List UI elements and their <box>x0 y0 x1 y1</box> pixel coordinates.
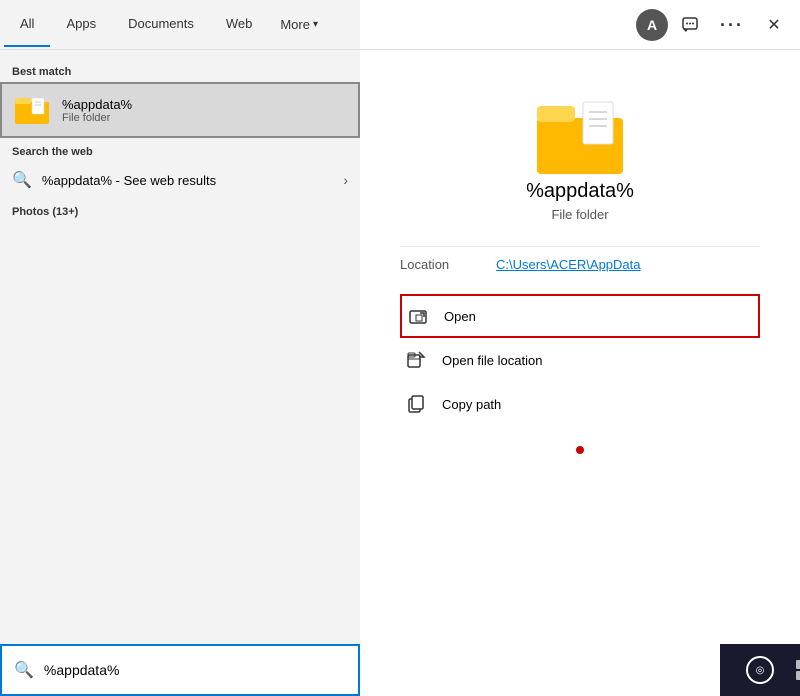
results-section: Best match %appdata% File folder Search … <box>0 50 360 644</box>
search-circle-icon: ◎ <box>746 656 774 684</box>
best-match-label: Best match <box>0 58 360 82</box>
location-value[interactable]: C:\Users\ACER\AppData <box>496 257 641 272</box>
file-name: %appdata% <box>526 180 634 203</box>
avatar-button[interactable]: A <box>636 9 668 41</box>
tab-web[interactable]: Web <box>210 2 269 47</box>
open-file-location-label: Open file location <box>442 353 542 368</box>
status-indicator <box>576 446 584 454</box>
taskbar: ◎ 🖥 <box>720 644 800 696</box>
folder-icon-large <box>535 90 625 180</box>
web-item-text: %appdata% - See web results <box>42 173 216 188</box>
right-panel-header: A ··· ✕ <box>360 0 800 50</box>
copy-path-label: Copy path <box>442 397 501 412</box>
tab-apps[interactable]: Apps <box>50 2 112 47</box>
search-icon-bottom: 🔍 <box>14 660 34 680</box>
open-button[interactable]: Open <box>400 294 760 338</box>
copy-path-icon <box>404 392 428 416</box>
tab-more[interactable]: More ▾ <box>268 3 330 46</box>
right-panel-content: %appdata% File folder Location C:\Users\… <box>360 50 800 696</box>
search-panel: All Apps Documents Web More ▾ Best match… <box>0 0 360 696</box>
window-controls: A ··· ✕ <box>636 0 800 50</box>
copy-path-button[interactable]: Copy path <box>400 382 760 426</box>
more-options-button[interactable]: ··· <box>712 5 752 45</box>
best-match-subtitle: File folder <box>62 112 132 124</box>
location-row: Location C:\Users\ACER\AppData <box>400 246 760 282</box>
more-dots-icon: ··· <box>720 15 744 36</box>
tabs-row: All Apps Documents Web More ▾ <box>0 0 360 50</box>
search-box: 🔍 <box>0 644 360 696</box>
search-icon: 🔍 <box>12 170 32 190</box>
action-buttons: Open Open file location <box>400 294 760 426</box>
search-input[interactable] <box>44 662 346 678</box>
photos-label: Photos (13+) <box>0 198 360 222</box>
open-icon <box>406 304 430 328</box>
tab-documents[interactable]: Documents <box>112 2 210 47</box>
location-label: Location <box>400 257 480 272</box>
open-label: Open <box>444 309 476 324</box>
web-search-item[interactable]: 🔍 %appdata% - See web results › <box>0 162 360 198</box>
best-match-item[interactable]: %appdata% File folder <box>0 82 360 138</box>
file-type: File folder <box>551 207 608 222</box>
right-panel: A ··· ✕ <box>360 0 800 696</box>
open-file-location-button[interactable]: Open file location <box>400 338 760 382</box>
close-button[interactable]: ✕ <box>754 5 794 45</box>
close-icon: ✕ <box>767 15 780 35</box>
taskbar-search-button[interactable]: ◎ <box>738 648 782 692</box>
feedback-button[interactable] <box>670 5 710 45</box>
chevron-right-icon: › <box>343 172 348 188</box>
tab-all[interactable]: All <box>4 2 50 47</box>
search-web-label: Search the web <box>0 138 360 162</box>
folder-icon-small <box>14 92 50 128</box>
feedback-icon <box>681 16 699 34</box>
best-match-title: %appdata% <box>62 97 132 112</box>
file-location-icon <box>404 348 428 372</box>
task-view-icon <box>795 659 800 681</box>
taskbar-taskview-button[interactable] <box>784 648 800 692</box>
chevron-down-icon: ▾ <box>313 19 318 30</box>
